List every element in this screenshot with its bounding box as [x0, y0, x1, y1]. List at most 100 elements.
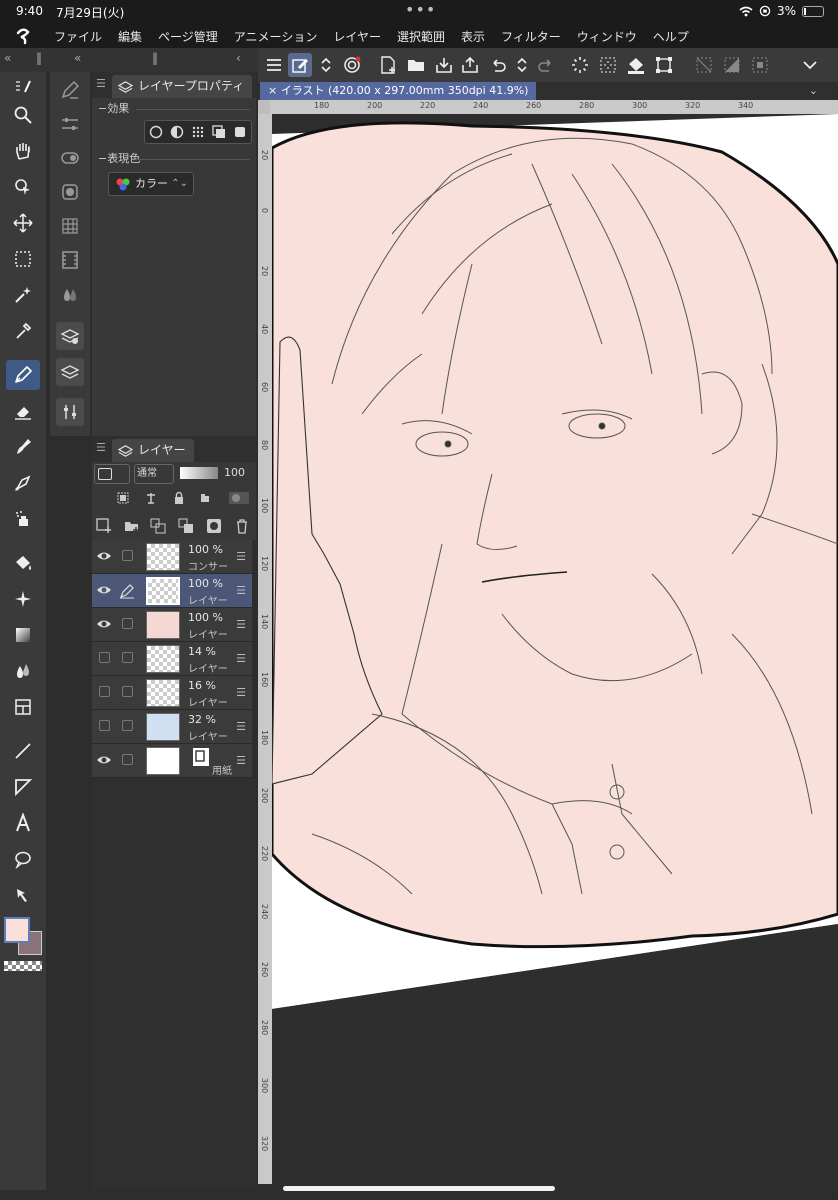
tonal-correction-icon[interactable]	[56, 398, 84, 426]
layer-row[interactable]: 100 % レイヤー 5 ☰	[92, 608, 252, 642]
layer-property-tab[interactable]: レイヤープロパティ	[112, 75, 253, 98]
layer-row-selected[interactable]: 100 % レイヤー 4 ☰	[92, 574, 252, 608]
pen-tool-icon[interactable]	[6, 360, 40, 390]
menu-view[interactable]: 表示	[453, 28, 493, 45]
document-tab[interactable]: × イラスト (420.00 x 297.00mm 350dpi 41.9%)	[260, 82, 537, 100]
clear-icon[interactable]	[568, 53, 592, 77]
color-indicator[interactable]	[4, 917, 42, 961]
save-icon[interactable]	[432, 53, 456, 77]
hand-tool-icon[interactable]	[6, 136, 40, 166]
move-tool-icon[interactable]	[6, 208, 40, 238]
fill-selection-icon[interactable]	[624, 53, 648, 77]
ruler-tool-icon[interactable]	[6, 772, 40, 802]
layer-lock-box[interactable]	[122, 652, 133, 663]
layer-lock-box[interactable]	[122, 618, 133, 629]
layer-lock-box[interactable]	[122, 720, 133, 731]
text-tool-icon[interactable]	[6, 808, 40, 838]
layer-row[interactable]: 16 % レイヤー 2 ☰	[92, 676, 252, 710]
fill-tool-icon[interactable]	[6, 548, 40, 578]
hamburger-menu-icon[interactable]	[262, 53, 286, 77]
brush-tool-icon[interactable]	[6, 432, 40, 462]
gradient-tool-icon[interactable]	[6, 620, 40, 650]
multitask-dots-icon[interactable]: •••	[405, 0, 436, 19]
airbrush-tool-icon[interactable]	[6, 504, 40, 534]
visibility-eye-icon[interactable]	[96, 548, 112, 564]
new-raster-layer-icon[interactable]	[96, 518, 112, 534]
eraser-tool-icon[interactable]	[6, 396, 40, 426]
subtool-pen-icon[interactable]	[56, 76, 84, 104]
panel-menu-icon[interactable]: ☰	[96, 77, 106, 90]
menu-edit[interactable]: 編集	[110, 28, 150, 45]
layer-lock-box[interactable]	[122, 686, 133, 697]
canvas-drawing[interactable]	[272, 114, 838, 1184]
collapse-left-icon[interactable]: «	[4, 51, 11, 65]
undo-icon[interactable]	[486, 53, 510, 77]
line-tool-icon[interactable]	[6, 736, 40, 766]
layer-panel-menu-icon[interactable]: ☰	[96, 441, 106, 454]
magic-wand-icon[interactable]	[6, 280, 40, 310]
layer-row-menu-icon[interactable]: ☰	[236, 584, 246, 597]
zoom-tool-icon[interactable]	[6, 100, 40, 130]
visibility-eye-icon[interactable]	[96, 582, 112, 598]
layer-row-menu-icon[interactable]: ☰	[236, 652, 246, 665]
merge-down-icon[interactable]	[178, 518, 194, 534]
blend-mode-select[interactable]: 通常	[134, 464, 174, 484]
clip-layer-icon[interactable]	[116, 491, 130, 505]
quick-access-icon[interactable]	[340, 53, 364, 77]
edit-mode-icon[interactable]	[288, 53, 312, 77]
clip-studio-logo-icon[interactable]	[0, 24, 46, 48]
visibility-eye-icon[interactable]	[96, 752, 112, 768]
menu-filter[interactable]: フィルター	[493, 28, 569, 45]
layer-row-menu-icon[interactable]: ☰	[236, 618, 246, 631]
extract-line-icon[interactable]	[170, 125, 184, 139]
sparkle-tool-icon[interactable]	[6, 584, 40, 614]
opacity-slider[interactable]	[180, 467, 218, 479]
timeline-icon[interactable]	[56, 246, 84, 274]
expand-right-icon[interactable]: ‹	[236, 51, 241, 65]
watercolor-edge-icon[interactable]	[233, 125, 247, 139]
balloon-tool-icon[interactable]	[6, 844, 40, 874]
collapse-panel-icon[interactable]: «	[74, 51, 81, 65]
visibility-off-box[interactable]	[99, 686, 110, 697]
brush-size-icon[interactable]	[56, 144, 84, 172]
menu-file[interactable]: ファイル	[46, 28, 110, 45]
transfer-down-icon[interactable]	[150, 518, 166, 534]
layer-tab-icon[interactable]	[56, 358, 84, 386]
expression-color-select[interactable]: カラー ⌃⌄	[108, 172, 194, 196]
layer-property-tab-icon[interactable]	[56, 322, 84, 350]
palette-menu-icon[interactable]	[6, 76, 40, 98]
home-indicator[interactable]	[283, 1186, 555, 1191]
decoration-tool-icon[interactable]	[6, 468, 40, 498]
reference-layer-icon[interactable]	[144, 491, 158, 505]
approx-color-icon[interactable]	[56, 280, 84, 308]
visibility-off-box[interactable]	[99, 652, 110, 663]
select-all-icon[interactable]	[748, 53, 772, 77]
tool-property-icon[interactable]	[56, 110, 84, 138]
new-folder-icon[interactable]	[124, 518, 140, 534]
correct-line-tool-icon[interactable]	[6, 880, 40, 910]
layer-row-menu-icon[interactable]: ☰	[236, 686, 246, 699]
main-color-swatch[interactable]	[4, 917, 30, 943]
layer-color-icon[interactable]	[212, 125, 226, 139]
lock-icon[interactable]	[172, 491, 186, 505]
layer-row-menu-icon[interactable]: ☰	[236, 550, 246, 563]
lock-transparency-icon[interactable]	[200, 491, 214, 505]
color-set-icon[interactable]	[56, 212, 84, 240]
menu-help[interactable]: ヘルプ	[645, 28, 697, 45]
eyedropper-icon[interactable]	[6, 316, 40, 346]
color-circle-icon[interactable]	[56, 178, 84, 206]
transparent-color-swatch[interactable]	[4, 961, 42, 971]
visibility-eye-icon[interactable]	[96, 616, 112, 632]
layer-mask-icon[interactable]	[206, 518, 222, 534]
menu-animation[interactable]: アニメーション	[226, 28, 326, 45]
menu-window[interactable]: ウィンドウ	[569, 28, 645, 45]
layer-row-menu-icon[interactable]: ☰	[236, 720, 246, 733]
redo-icon[interactable]	[534, 53, 558, 77]
opacity-value[interactable]: 100	[224, 466, 245, 479]
frame-tool-icon[interactable]	[6, 692, 40, 722]
menu-selection[interactable]: 選択範囲	[389, 28, 453, 45]
export-icon[interactable]	[458, 53, 482, 77]
layer-row-paper[interactable]: 用紙 ☰	[92, 744, 252, 778]
clear-outside-icon[interactable]	[596, 53, 620, 77]
menu-page[interactable]: ページ管理	[150, 28, 226, 45]
